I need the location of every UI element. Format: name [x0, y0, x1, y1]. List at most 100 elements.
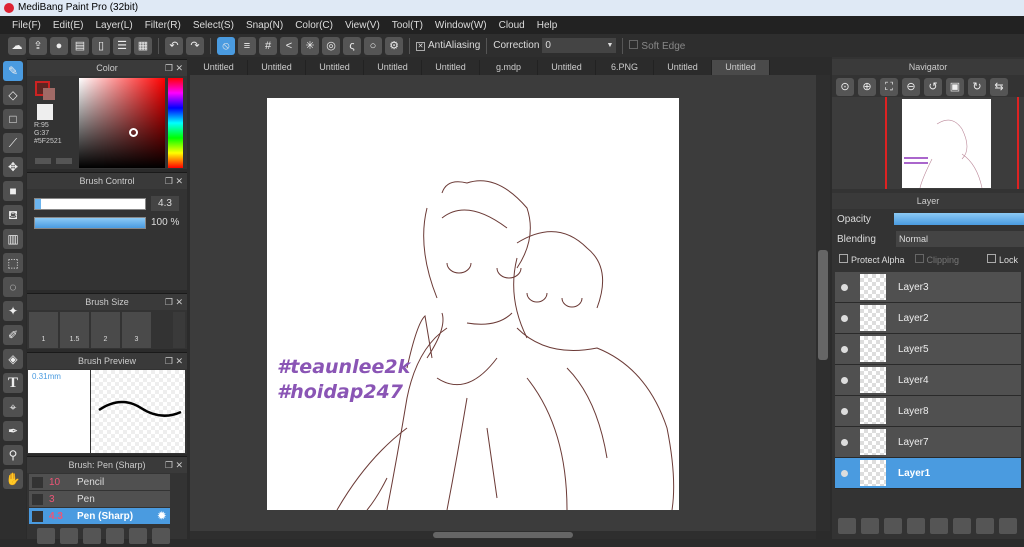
zoom-in-icon[interactable]: ⊕ [858, 78, 876, 96]
eraser-tool-icon[interactable]: ◇ [3, 85, 23, 105]
share-icon[interactable]: ⇪ [29, 36, 47, 55]
hand-tool-icon[interactable]: ✋ [3, 469, 23, 489]
brush-item-pen[interactable]: 3 Pen [29, 491, 170, 507]
snap-radial-icon[interactable]: ✳ [301, 36, 319, 55]
scrollbar-thumb[interactable] [818, 250, 828, 360]
tab-untitled[interactable]: Untitled [364, 60, 422, 75]
brush-copy-icon[interactable] [106, 528, 124, 544]
brush-folder-icon[interactable] [129, 528, 147, 544]
layer-folder-icon[interactable] [930, 518, 948, 534]
eye-icon[interactable] [841, 407, 848, 415]
new-layer-icon[interactable] [838, 518, 856, 534]
layer-item[interactable]: Layer4 [835, 365, 1021, 396]
tab-untitled[interactable]: Untitled [422, 60, 480, 75]
tab-untitled[interactable]: Untitled [190, 60, 248, 75]
fit-screen-icon[interactable]: ⛶ [880, 78, 898, 96]
layer-item[interactable]: Layer7 [835, 427, 1021, 458]
gradient-tool-icon[interactable]: ▥ [3, 229, 23, 249]
lasso-icon[interactable]: ◌ [3, 277, 23, 297]
select-rect-icon[interactable]: ⬚ [3, 253, 23, 273]
eye-icon[interactable] [841, 283, 848, 291]
duplicate-layer-icon[interactable] [861, 518, 879, 534]
color-saturation-picker[interactable] [79, 78, 165, 168]
background-color-swatch[interactable] [43, 88, 55, 100]
fill-rect-tool-icon[interactable]: ■ [3, 181, 23, 201]
tab-untitled-active[interactable]: Untitled [712, 60, 770, 75]
brush-size-slider[interactable] [34, 198, 146, 210]
eye-icon[interactable] [841, 345, 848, 353]
snap-settings-icon[interactable]: ⚙ [385, 36, 403, 55]
cloud-icon[interactable]: ☁ [8, 36, 26, 55]
rectangle-tool-icon[interactable]: □ [3, 109, 23, 129]
blur-tool-icon[interactable]: ✒ [3, 421, 23, 441]
select-eraser-icon[interactable]: ◈ [3, 349, 23, 369]
snap-parallel-icon[interactable]: ≡ [238, 36, 256, 55]
edit-icon[interactable]: ▦ [134, 36, 152, 55]
zoom-actual-icon[interactable]: ⊙ [836, 78, 854, 96]
undo-icon[interactable]: ↶ [165, 36, 183, 55]
layer-opacity-slider[interactable] [894, 213, 1024, 225]
brush-menu-icon[interactable] [83, 528, 101, 544]
clipping-checkbox[interactable]: Clipping [914, 253, 959, 265]
brush-duplicate-icon[interactable] [152, 528, 170, 544]
select-pen-icon[interactable]: ✐ [3, 325, 23, 345]
brush-size-value[interactable]: 4.3 [151, 196, 179, 211]
tab-untitled[interactable]: Untitled [538, 60, 596, 75]
color-button-1[interactable] [35, 158, 51, 164]
snap-curve-icon[interactable]: ς [343, 36, 361, 55]
layer-item[interactable]: Layer8 [835, 396, 1021, 427]
tab-untitled[interactable]: Untitled [248, 60, 306, 75]
layer-settings-icon[interactable] [976, 518, 994, 534]
menu-cloud[interactable]: Cloud [493, 20, 531, 31]
brush-opacity-slider[interactable] [34, 217, 146, 229]
reset-rotation-icon[interactable]: ▣ [946, 78, 964, 96]
comment-icon[interactable]: ● [50, 36, 68, 55]
layer-menu-icon[interactable] [907, 518, 925, 534]
brush-item-pen-sharp[interactable]: 4.3 Pen (Sharp) ✹ [29, 508, 170, 524]
menu-view[interactable]: View(V) [339, 20, 386, 31]
protect-alpha-checkbox[interactable]: Protect Alpha [839, 253, 905, 265]
snap-perspective-icon[interactable]: < [280, 36, 298, 55]
brush-size-preset[interactable]: 1 [29, 312, 58, 348]
snap-off-icon[interactable]: ⦸ [217, 36, 235, 55]
brush-tool-icon[interactable]: ✎ [3, 61, 23, 81]
cloud-brush-icon[interactable] [37, 528, 55, 544]
transparent-color-swatch[interactable] [37, 104, 53, 120]
snap-circle-icon[interactable]: ◎ [322, 36, 340, 55]
merge-layer-icon[interactable] [953, 518, 971, 534]
magic-wand-icon[interactable]: ✦ [3, 301, 23, 321]
snap-grid-icon[interactable]: # [259, 36, 277, 55]
brush-size-scrollbar[interactable] [173, 312, 185, 348]
menu-filter[interactable]: Filter(R) [139, 20, 187, 31]
layer-copy-icon[interactable] [884, 518, 902, 534]
tab-g-mdp[interactable]: g.mdp [480, 60, 538, 75]
layer-item-selected[interactable]: Layer1 [835, 458, 1021, 489]
tab-untitled[interactable]: Untitled [306, 60, 364, 75]
panel-close-icon[interactable]: ❐ ✕ [165, 294, 183, 310]
menu-help[interactable]: Help [531, 20, 564, 31]
redo-icon[interactable]: ↷ [186, 36, 204, 55]
panel-close-icon[interactable]: ❐ ✕ [165, 173, 183, 189]
operation-tool-icon[interactable]: ⌖ [3, 397, 23, 417]
menu-tool[interactable]: Tool(T) [386, 20, 429, 31]
list-icon[interactable]: ☰ [113, 36, 131, 55]
eyedropper-icon[interactable]: ⚲ [3, 445, 23, 465]
layer-item[interactable]: Layer3 [835, 272, 1021, 303]
brush-size-preset[interactable]: 2 [91, 312, 120, 348]
blending-select[interactable]: Normal [896, 231, 1024, 247]
panel-close-icon[interactable]: ❐ ✕ [165, 60, 183, 76]
delete-layer-icon[interactable] [999, 518, 1017, 534]
vertical-scrollbar[interactable] [816, 75, 830, 531]
gear-icon[interactable]: ✹ [158, 511, 166, 522]
menu-layer[interactable]: Layer(L) [89, 20, 138, 31]
layer-item[interactable]: Layer2 [835, 303, 1021, 334]
correction-select[interactable]: 0 ▼ [542, 38, 617, 53]
document-icon[interactable]: ▯ [92, 36, 110, 55]
message-icon[interactable]: ▤ [71, 36, 89, 55]
rotate-right-icon[interactable]: ↻ [968, 78, 986, 96]
drawing-canvas[interactable]: #teaunlee2k #hoidap247 [267, 98, 679, 510]
horizontal-scrollbar[interactable] [190, 531, 816, 539]
layer-item[interactable]: Layer5 [835, 334, 1021, 365]
menu-select[interactable]: Select(S) [187, 20, 240, 31]
eye-icon[interactable] [841, 376, 848, 384]
